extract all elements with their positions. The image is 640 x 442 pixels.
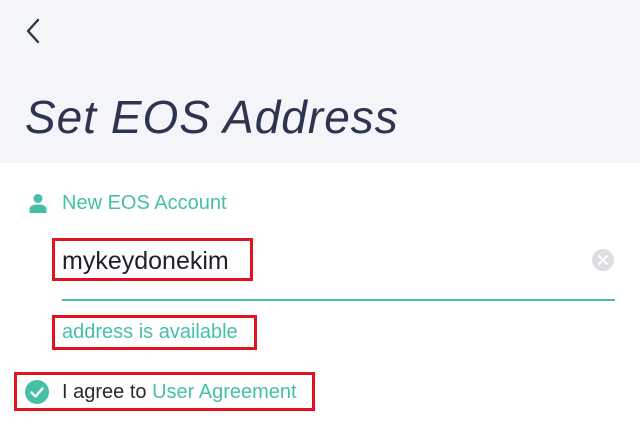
user-agreement-link[interactable]: User Agreement	[152, 381, 297, 403]
chevron-left-icon	[26, 18, 40, 44]
account-section-label: New EOS Account	[62, 191, 227, 214]
back-button[interactable]	[18, 14, 52, 48]
page-title: Set EOS Address	[25, 91, 399, 143]
eos-account-input[interactable]	[62, 243, 562, 279]
user-icon	[29, 194, 47, 213]
availability-status: address is available	[62, 321, 238, 343]
clear-circle-icon	[592, 249, 614, 271]
agreement-row: I agree to User Agreement	[62, 379, 297, 405]
check-circle-icon[interactable]	[25, 380, 49, 404]
agreement-prefix: I agree to	[62, 381, 153, 403]
header: Set EOS Address	[0, 0, 640, 163]
clear-input-button[interactable]	[592, 249, 614, 271]
input-underline	[62, 299, 615, 301]
account-section-header: New EOS Account	[28, 191, 227, 215]
